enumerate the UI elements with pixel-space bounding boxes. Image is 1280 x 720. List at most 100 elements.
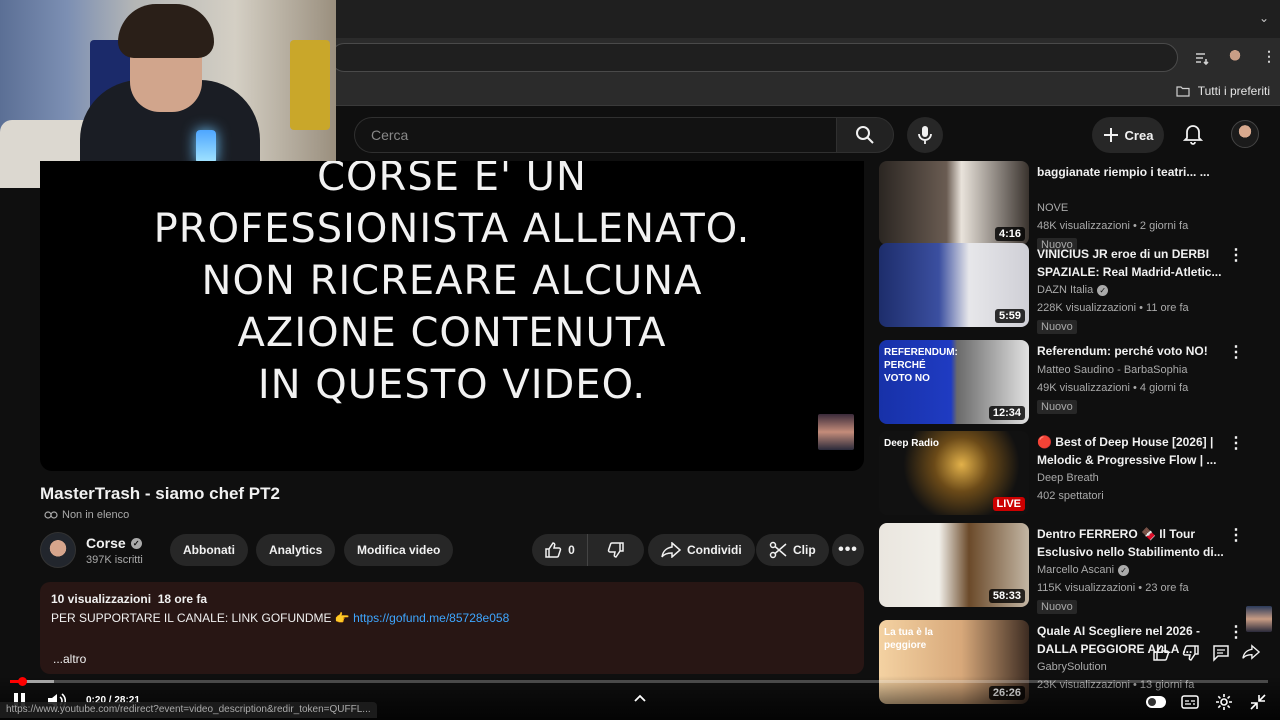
visibility-badge: Non in elenco <box>44 509 129 521</box>
bookmarks-label: Tutti i preferiti <box>1197 84 1270 98</box>
more-vertical-icon[interactable]: ⋮ <box>1228 344 1244 362</box>
subscriber-count: 397K iscritti <box>86 554 143 566</box>
video-player[interactable]: CORSE E' UN PROFESSIONISTA ALLENATO. NON… <box>40 161 864 471</box>
new-badge: Nuovo <box>1037 400 1077 414</box>
recommendation-title[interactable]: 🔴 Best of Deep House [2026] | Melodic & … <box>1037 433 1225 469</box>
recommendation-thumbnail[interactable]: 58:33 <box>879 523 1029 607</box>
recommendation-item[interactable]: 5:59 VINICIUS JR eroe di un DERBI SPAZIAL… <box>878 243 1258 334</box>
thumbnail-text: La tua è la peggiore <box>884 627 933 651</box>
duration-badge: 4:16 <box>994 227 1025 241</box>
search-button[interactable] <box>836 117 894 153</box>
warning-line: IN QUESTO VIDEO. <box>257 362 647 408</box>
verified-icon: ✓ <box>130 537 142 549</box>
thumbnail-text: Deep Radio <box>884 438 940 449</box>
recommendation-thumbnail[interactable]: REFERENDUM: PERCHÉ VOTO NO 12:34 <box>879 340 1029 424</box>
thumbnail-text: REFERENDUM: PERCHÉ VOTO NO <box>884 347 958 384</box>
recommendation-channel[interactable]: Matteo Saudino - BarbaSophia <box>1037 364 1187 376</box>
recommendation-thumbnail[interactable]: 4:16 <box>879 161 1029 245</box>
microphone-icon <box>917 125 933 145</box>
edit-video-button[interactable]: Modifica video <box>344 534 454 566</box>
duration-badge: 12:34 <box>988 406 1025 420</box>
channel-avatar[interactable] <box>40 532 76 568</box>
more-horizontal-icon: ••• <box>838 541 858 558</box>
browser-menu-icon[interactable]: ⋮ <box>1262 48 1276 65</box>
video-title: MasterTrash - siamo chef PT2 <box>40 484 280 503</box>
view-count-and-date: 10 visualizzazioni 18 ore fa <box>51 592 208 606</box>
recommendation-channel[interactable]: NOVE <box>1037 202 1068 214</box>
verified-icon: ✓ <box>1118 564 1130 576</box>
more-vertical-icon[interactable]: ⋮ <box>1228 247 1244 265</box>
recommendation-title[interactable]: baggianate riempio i teatri... ... <box>1037 163 1225 181</box>
channel-name[interactable]: Corse ✓ <box>86 535 142 551</box>
folder-icon <box>1176 85 1190 97</box>
thumbs-up-icon[interactable] <box>1152 644 1170 662</box>
comment-icon[interactable] <box>1212 644 1230 662</box>
share-label: Condividi <box>687 543 742 557</box>
settings-gear-icon[interactable] <box>1214 692 1234 712</box>
recommendation-item[interactable]: 58:33 Dentro FERRERO 🍫 Il Tour Esclusivo … <box>878 523 1258 614</box>
thumbs-down-icon[interactable] <box>1182 644 1200 662</box>
recommendation-channel[interactable]: Deep Breath <box>1037 472 1099 484</box>
dislike-button[interactable] <box>588 534 644 566</box>
like-button[interactable]: 0 <box>532 534 588 566</box>
create-label: Crea <box>1124 127 1154 143</box>
chevron-up-icon[interactable] <box>634 694 646 706</box>
warning-line: PROFESSIONISTA ALLENATO. <box>153 206 751 252</box>
warning-line: NON RICREARE ALCUNA <box>201 258 703 304</box>
search-placeholder: Cerca <box>371 127 409 143</box>
recommendation-thumbnail[interactable]: 5:59 <box>879 243 1029 327</box>
progress-scrubber[interactable] <box>18 677 27 686</box>
more-actions-button[interactable]: ••• <box>832 534 864 566</box>
create-button[interactable]: Crea <box>1092 117 1164 153</box>
gofundme-link[interactable]: https://gofund.me/85728e058 <box>353 611 509 625</box>
webcam-person-hair <box>118 4 214 58</box>
share-button[interactable]: Condividi <box>648 534 755 566</box>
recommendation-channel[interactable]: Marcello Ascani ✓ <box>1037 564 1130 576</box>
more-vertical-icon[interactable]: ⋮ <box>1228 435 1244 453</box>
recommendation-item[interactable]: 4:16 baggianate riempio i teatri... ... NO… <box>878 161 1258 252</box>
recommendation-item[interactable]: Deep Radio LIVE 🔴 Best of Deep House [2026… <box>878 431 1258 519</box>
tab-search-icon[interactable] <box>1194 50 1210 66</box>
description-body: PER SUPPORTARE IL CANALE: LINK GOFUNDME … <box>51 611 354 625</box>
recommendation-thumbnail[interactable]: Deep Radio LIVE <box>879 431 1029 515</box>
notifications-button[interactable] <box>1178 119 1208 149</box>
search-input[interactable]: Cerca <box>354 117 836 153</box>
more-vertical-icon[interactable]: ⋮ <box>1228 527 1244 545</box>
visibility-label: Non in elenco <box>62 509 130 521</box>
channel-watermark[interactable] <box>818 414 854 450</box>
subtitles-icon[interactable] <box>1180 692 1200 712</box>
recommendation-channel[interactable]: GabrySolution <box>1037 661 1107 673</box>
clip-button[interactable]: Clip <box>756 534 829 566</box>
recommendations-sidebar: 4:16 baggianate riempio i teatri... ... NO… <box>878 161 1258 720</box>
address-bar[interactable] <box>330 43 1178 72</box>
voice-search-button[interactable] <box>907 117 943 153</box>
account-avatar[interactable] <box>1231 120 1259 148</box>
channel-name-text: Corse <box>86 535 126 551</box>
webcam-jersey <box>290 40 330 130</box>
share-icon[interactable] <box>1242 644 1260 662</box>
more-vertical-icon[interactable]: ⋮ <box>1228 624 1244 642</box>
show-more-link[interactable]: ...altro <box>53 652 853 666</box>
recommendation-title[interactable]: VINICIUS JR eroe di un DERBI SPAZIALE: R… <box>1037 245 1225 281</box>
autoplay-toggle[interactable] <box>1146 692 1166 712</box>
recommendation-title[interactable]: Dentro FERRERO 🍫 Il Tour Esclusivo nello… <box>1037 525 1225 561</box>
recommendation-views: 228K visualizzazioni • 11 ore fa <box>1037 302 1189 314</box>
channel-name-text: NOVE <box>1037 202 1069 214</box>
recommendation-channel[interactable]: DAZN Italia ✓ <box>1037 284 1109 296</box>
clip-label: Clip <box>793 543 816 557</box>
profile-avatar[interactable] <box>1226 49 1244 67</box>
video-description[interactable]: 10 visualizzazioni 18 ore fa PER SUPPORT… <box>40 582 864 674</box>
channel-watermark-small[interactable] <box>1246 606 1272 632</box>
recommendation-title[interactable]: Referendum: perché voto NO! <box>1037 342 1225 360</box>
subscribers-button[interactable]: Abbonati <box>170 534 248 566</box>
webcam-overlay <box>0 0 336 188</box>
analytics-button[interactable]: Analytics <box>256 534 336 566</box>
tab-list-chevron-icon[interactable]: ⌄ <box>1256 10 1272 26</box>
progress-bar[interactable] <box>10 680 1268 683</box>
all-bookmarks[interactable]: Tutti i preferiti <box>1176 82 1270 100</box>
thumbs-up-icon <box>544 541 562 559</box>
verified-icon: ✓ <box>1097 284 1109 296</box>
exit-fullscreen-icon[interactable] <box>1248 692 1268 712</box>
webcam-glowing-light <box>196 130 216 164</box>
recommendation-item[interactable]: REFERENDUM: PERCHÉ VOTO NO 12:34 Referendu… <box>878 340 1258 428</box>
